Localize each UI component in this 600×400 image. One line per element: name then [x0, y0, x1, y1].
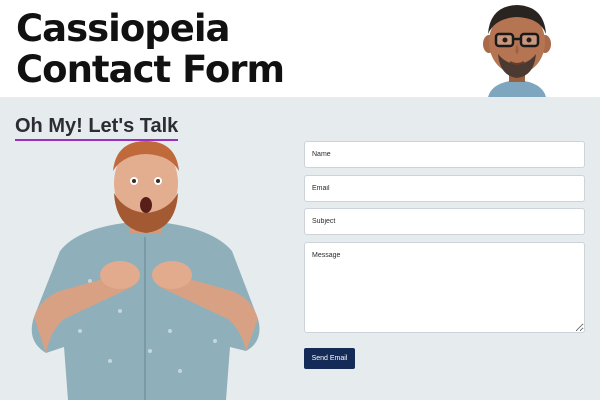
avatar — [483, 5, 551, 97]
send-email-button[interactable]: Send Email — [304, 348, 355, 369]
subject-field[interactable] — [304, 208, 585, 235]
site-header: Cassiopeia Contact Form — [0, 0, 600, 97]
surprised-man-image — [31, 141, 260, 400]
contact-section: Oh My! Let's Talk Send Ema — [0, 97, 600, 400]
email-field[interactable] — [304, 175, 585, 202]
name-field[interactable] — [304, 141, 585, 168]
site-title: Cassiopeia Contact Form — [16, 7, 285, 91]
section-heading: Oh My! Let's Talk — [15, 114, 179, 141]
message-field[interactable] — [304, 242, 585, 333]
